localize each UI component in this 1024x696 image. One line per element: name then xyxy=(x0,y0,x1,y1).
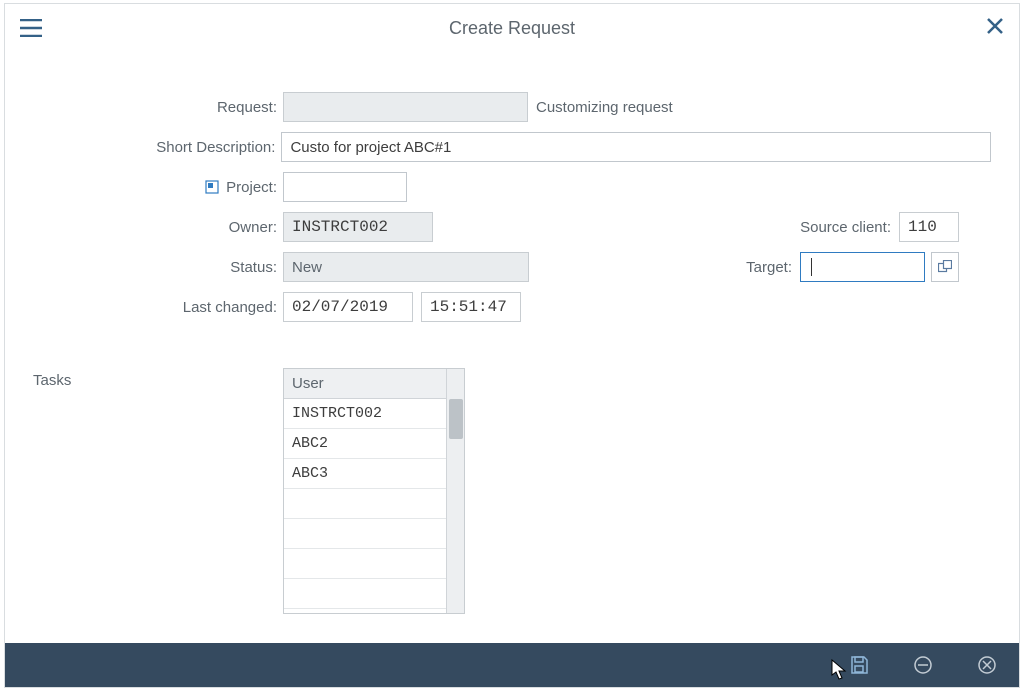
status-field: New xyxy=(283,252,529,282)
table-row[interactable]: ABC3 xyxy=(284,459,446,489)
project-icon xyxy=(204,179,220,195)
table-row[interactable] xyxy=(284,489,446,519)
menu-icon[interactable] xyxy=(17,14,45,42)
minimize-button[interactable] xyxy=(911,653,935,677)
table-row[interactable]: INSTRCT002 xyxy=(284,399,446,429)
target-label: Target: xyxy=(746,259,794,276)
project-label-text: Project: xyxy=(226,179,277,196)
table-row[interactable] xyxy=(284,549,446,579)
target-value-help-button[interactable] xyxy=(931,252,959,282)
short-description-input[interactable] xyxy=(281,132,991,162)
owner-label: Owner: xyxy=(33,219,283,236)
request-field xyxy=(283,92,528,122)
table-row[interactable] xyxy=(284,579,446,609)
last-changed-date-field: 02/07/2019 xyxy=(283,292,413,322)
tasks-scrollbar[interactable] xyxy=(446,369,464,613)
tasks-column-header[interactable]: User xyxy=(284,369,446,399)
window-title: Create Request xyxy=(5,18,1019,39)
project-label: Project: xyxy=(33,179,283,196)
source-client-field: 110 xyxy=(899,212,959,242)
request-type-text: Customizing request xyxy=(536,99,673,116)
last-changed-label: Last changed: xyxy=(33,299,283,316)
form-area: Request: Customizing request Short Descr… xyxy=(5,52,1019,614)
project-input[interactable] xyxy=(283,172,407,202)
tasks-table: User INSTRCT002 ABC2 ABC3 xyxy=(283,368,465,614)
cancel-button[interactable] xyxy=(975,653,999,677)
footer-bar xyxy=(5,643,1019,687)
scrollbar-thumb[interactable] xyxy=(449,399,463,439)
request-label: Request: xyxy=(33,99,283,116)
close-icon[interactable] xyxy=(983,14,1007,38)
owner-field: INSTRCT002 xyxy=(283,212,433,242)
status-label: Status: xyxy=(33,259,283,276)
last-changed-time-field: 15:51:47 xyxy=(421,292,521,322)
table-row[interactable] xyxy=(284,519,446,549)
target-input[interactable] xyxy=(800,252,925,282)
save-button[interactable] xyxy=(847,653,871,677)
header-bar: Create Request xyxy=(5,4,1019,52)
short-description-label: Short Description: xyxy=(33,139,281,156)
table-row[interactable]: ABC2 xyxy=(284,429,446,459)
source-client-label: Source client: xyxy=(800,219,893,236)
tasks-label: Tasks xyxy=(33,368,283,389)
